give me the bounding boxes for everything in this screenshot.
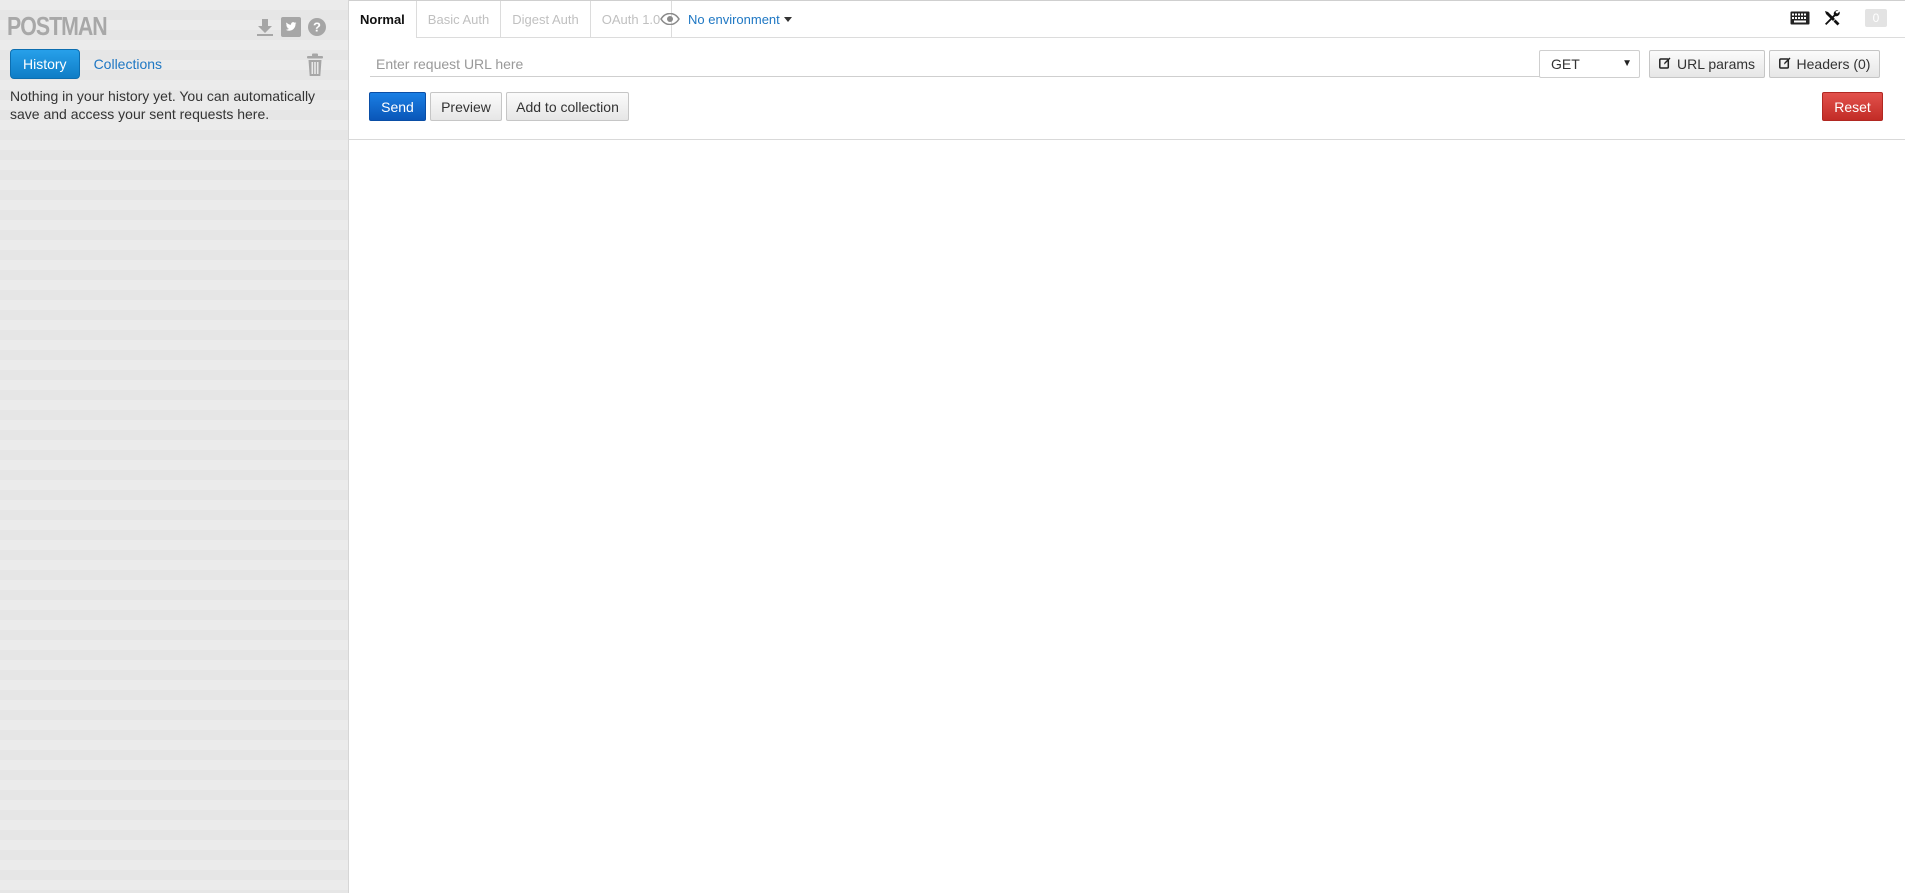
sidebar: POSTMAN ? History Collections Nothing in… — [0, 0, 349, 893]
keyboard-icon[interactable] — [1789, 8, 1811, 28]
top-right-tools: 0 — [1789, 8, 1887, 28]
twitter-icon[interactable] — [281, 17, 301, 37]
eye-icon — [660, 12, 680, 28]
app-logo: POSTMAN — [7, 11, 108, 41]
sidebar-header: POSTMAN ? — [0, 0, 349, 48]
send-button[interactable]: Send — [369, 92, 426, 121]
help-icon[interactable]: ? — [307, 17, 327, 37]
main-panel: Normal Basic Auth Digest Auth OAuth 1.0 … — [349, 0, 1905, 893]
trash-icon[interactable] — [304, 53, 326, 77]
environment-label: No environment — [688, 12, 780, 27]
tab-digest-auth[interactable]: Digest Auth — [501, 1, 591, 38]
reset-button[interactable]: Reset — [1822, 92, 1883, 121]
notification-count-badge[interactable]: 0 — [1865, 9, 1887, 27]
history-empty-message: Nothing in your history yet. You can aut… — [10, 88, 316, 122]
tab-collections[interactable]: Collections — [82, 49, 174, 79]
method-select[interactable]: GET ▼ — [1539, 50, 1640, 78]
tools-icon[interactable] — [1821, 8, 1843, 28]
url-params-label: URL params — [1676, 56, 1756, 72]
url-params-button[interactable]: URL params — [1649, 50, 1765, 78]
tab-history[interactable]: History — [10, 49, 80, 79]
response-area — [349, 140, 1905, 893]
sidebar-tabs: History Collections — [10, 49, 176, 79]
sidebar-header-icons: ? — [255, 17, 327, 37]
select-arrow-icon: ▼ — [1622, 58, 1632, 69]
top-bar: Normal Basic Auth Digest Auth OAuth 1.0 … — [349, 1, 1905, 38]
method-value: GET — [1551, 56, 1580, 72]
preview-button[interactable]: Preview — [430, 92, 502, 121]
headers-label: Headers (0) — [1796, 56, 1871, 72]
edit-icon — [1659, 56, 1671, 72]
chevron-down-icon — [783, 17, 792, 22]
environment-selector[interactable]: No environment — [660, 1, 792, 38]
tab-normal[interactable]: Normal — [349, 1, 417, 38]
download-icon[interactable] — [255, 17, 275, 37]
auth-tabs: Normal Basic Auth Digest Auth OAuth 1.0 — [349, 1, 673, 38]
svg-text:?: ? — [313, 20, 321, 35]
request-url-input[interactable] — [370, 51, 1545, 77]
headers-button[interactable]: Headers (0) — [1769, 50, 1880, 78]
edit-icon — [1778, 56, 1791, 72]
add-to-collection-button[interactable]: Add to collection — [506, 92, 629, 121]
tab-basic-auth[interactable]: Basic Auth — [417, 1, 502, 38]
